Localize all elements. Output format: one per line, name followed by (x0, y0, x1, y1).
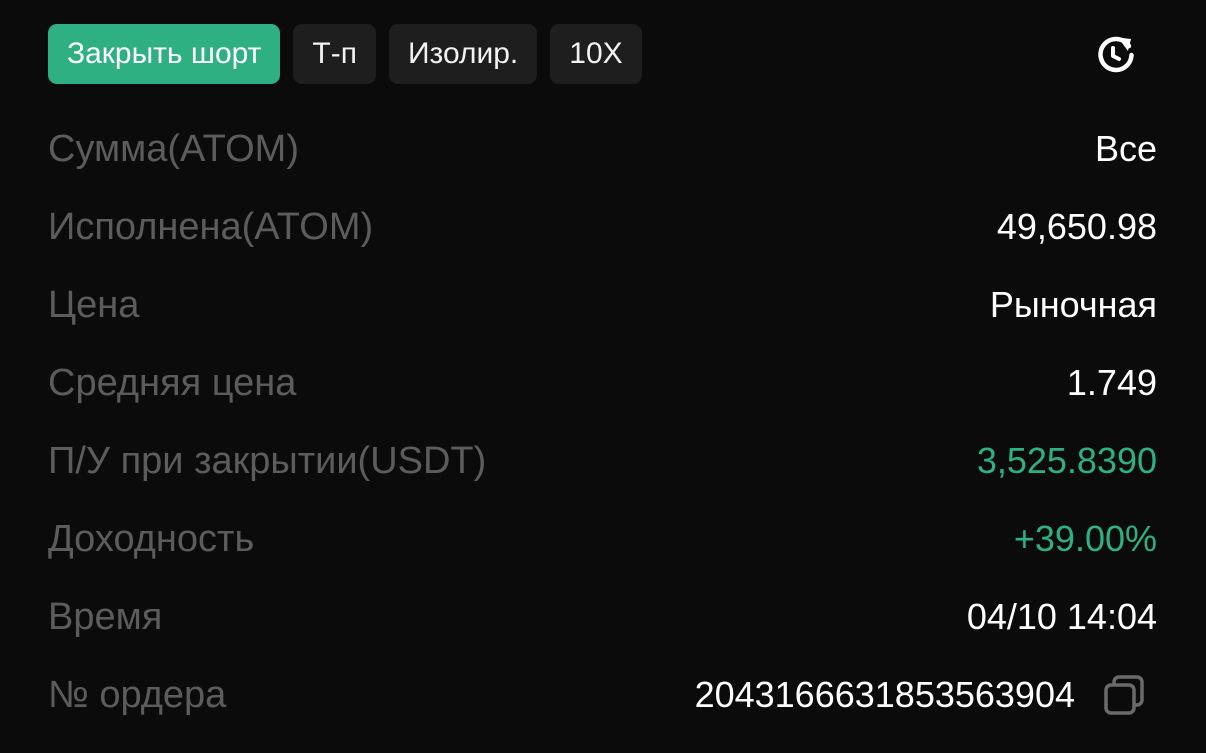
margin-mode-tag: Изолир. (388, 24, 538, 84)
amount-value: Все (1094, 128, 1157, 169)
order-id-value-wrap: 2043166631853563904 (695, 674, 1157, 716)
avg-price-value: 1.749 (1066, 362, 1157, 403)
amount-label: Сумма(ATOM) (48, 127, 299, 170)
close-short-tag: Закрыть шорт (48, 24, 281, 84)
filled-label: Исполнена(ATOM) (48, 205, 374, 248)
copy-icon[interactable] (1103, 674, 1145, 716)
time-value: 04/10 14:04 (966, 596, 1157, 637)
time-label: Время (48, 595, 163, 638)
order-details: Сумма(ATOM) Все Исполнена(ATOM) 49,650.9… (48, 110, 1157, 734)
order-id-value: 2043166631853563904 (694, 674, 1075, 715)
price-value: Рыночная (989, 284, 1157, 325)
roi-label: Доходность (48, 517, 255, 560)
price-row: Цена Рыночная (48, 266, 1157, 344)
refresh-icon[interactable] (1094, 33, 1138, 77)
avg-price-label: Средняя цена (48, 361, 297, 404)
order-tags: Закрыть шорт Т-п Изолир. 10X (48, 24, 642, 84)
closing-pnl-row: П/У при закрытии(USDT) 3,525.8390 (48, 422, 1157, 500)
roi-value: +39.00% (1013, 518, 1157, 559)
amount-row: Сумма(ATOM) Все (48, 110, 1157, 188)
roi-row: Доходность +39.00% (48, 500, 1157, 578)
price-label: Цена (48, 283, 140, 326)
filled-value: 49,650.98 (996, 206, 1157, 247)
avg-price-row: Средняя цена 1.749 (48, 344, 1157, 422)
filled-row: Исполнена(ATOM) 49,650.98 (48, 188, 1157, 266)
tp-tag: Т-п (293, 24, 376, 84)
order-id-row: № ордера 2043166631853563904 (48, 656, 1157, 734)
closing-pnl-label: П/У при закрытии(USDT) (48, 439, 487, 482)
leverage-tag: 10X (550, 24, 642, 84)
closing-pnl-value: 3,525.8390 (976, 440, 1157, 481)
order-id-label: № ордера (48, 673, 227, 716)
time-row: Время 04/10 14:04 (48, 578, 1157, 656)
